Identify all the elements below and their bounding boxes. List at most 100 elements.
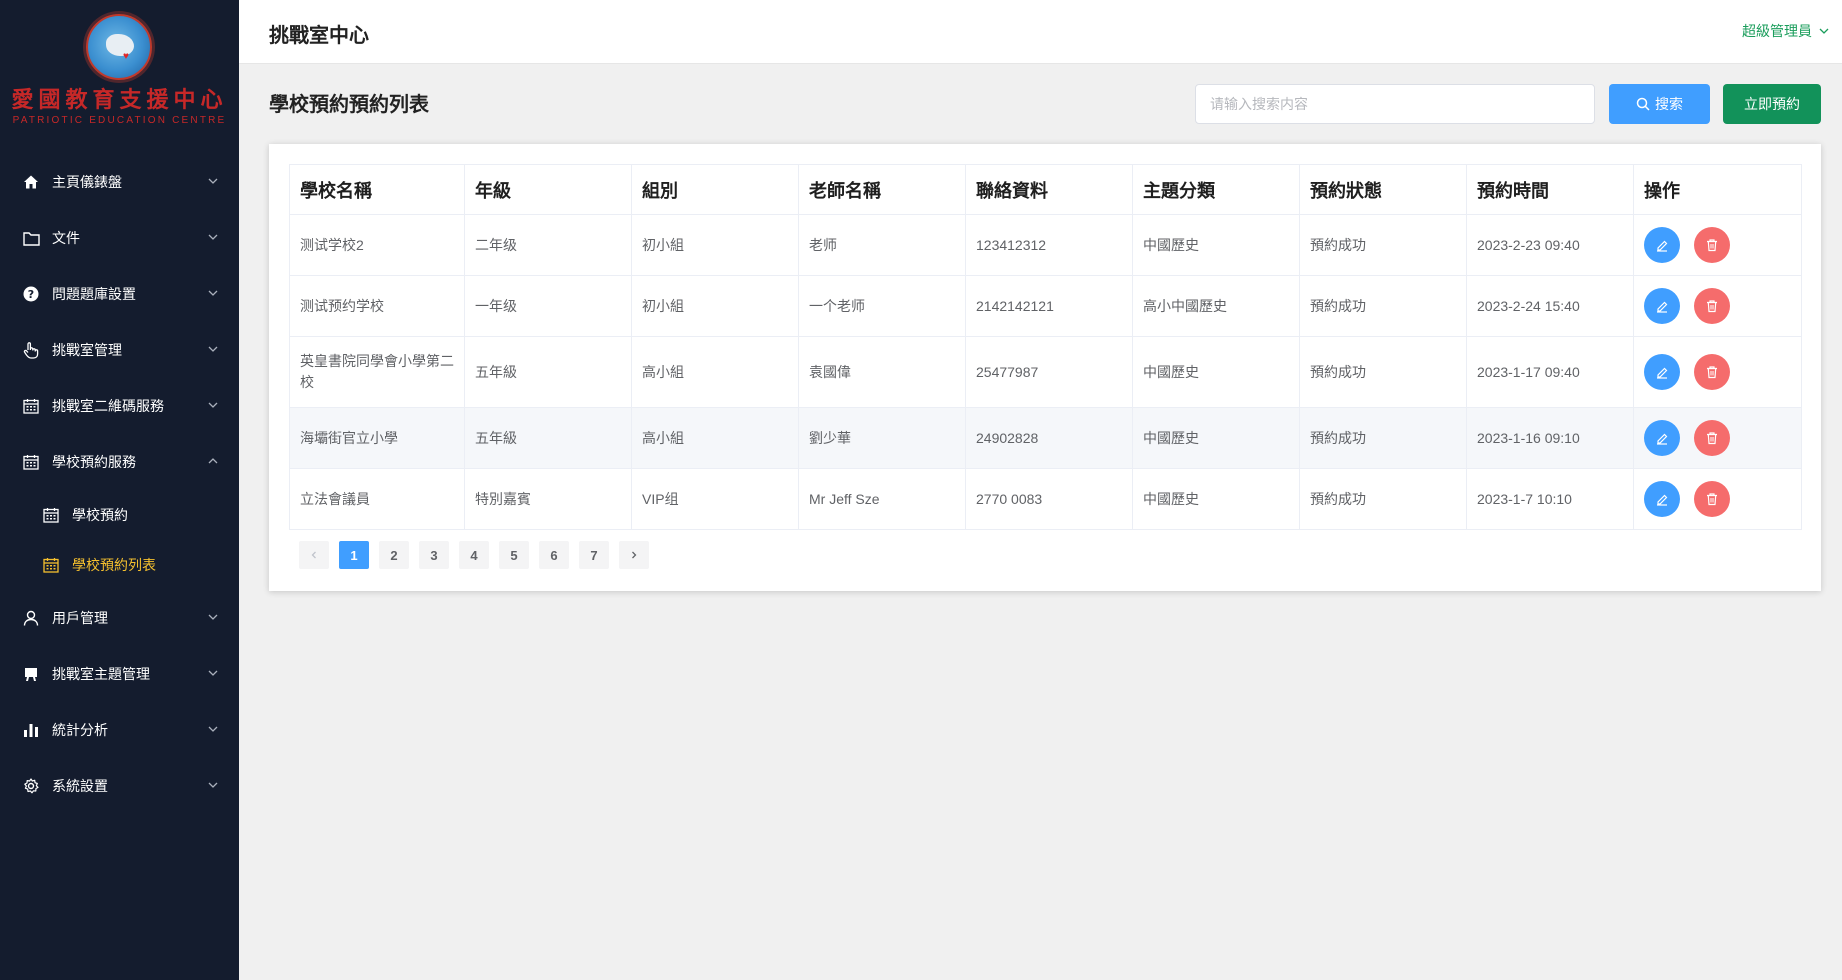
cell-theme: 中國歷史 (1132, 336, 1300, 408)
header-title: 挑戰室中心 (269, 25, 369, 47)
sidebar-item-challenge-room[interactable]: 挑戰室管理 (0, 328, 239, 372)
cell-actions (1633, 407, 1802, 469)
cell-time: 2023-1-17 09:40 (1466, 336, 1634, 408)
page-button[interactable]: 7 (579, 541, 609, 569)
user-icon (22, 609, 40, 627)
heart-icon: ♥ (123, 51, 129, 62)
top-header: 挑戰室中心 超級管理員 (239, 0, 1842, 64)
sidebar-item-system-settings[interactable]: 系統設置 (0, 764, 239, 808)
table-row: 测试预约学校 一年级 初小組 一个老师 2142142121 高小中國歷史 預約… (289, 275, 1802, 337)
edit-button[interactable] (1644, 227, 1680, 263)
cell-actions (1633, 275, 1802, 337)
cell-theme: 中國歷史 (1132, 407, 1300, 469)
sidebar-item-label: 挑戰室主題管理 (52, 666, 150, 682)
column-header: 預約時間 (1466, 164, 1634, 215)
sidebar: ♥ 愛國教育支援中心 PATRIOTIC EDUCATION CENTRE 主頁… (0, 0, 239, 980)
cell-contact: 2142142121 (965, 275, 1133, 337)
user-name: 超級管理員 (1742, 23, 1812, 39)
cell-theme: 中國歷史 (1132, 214, 1300, 276)
delete-button[interactable] (1694, 354, 1730, 390)
home-icon (22, 173, 40, 191)
chevron-down-icon (208, 726, 218, 732)
sidebar-item-label: 問題題庫設置 (52, 286, 136, 302)
cell-time: 2023-1-16 09:10 (1466, 407, 1634, 469)
chevron-down-icon (208, 346, 218, 352)
chevron-down-icon (208, 614, 218, 620)
delete-button[interactable] (1694, 481, 1730, 517)
search-input[interactable] (1195, 84, 1595, 124)
edit-button[interactable] (1644, 354, 1680, 390)
edit-icon (1657, 433, 1668, 445)
table-header-row: 學校名稱 年級 組別 老師名稱 聯絡資料 主題分類 預約狀態 預約時間 操作 (289, 164, 1802, 215)
sidebar-item-users[interactable]: 用戶管理 (0, 596, 239, 640)
sidebar-item-documents[interactable]: 文件 (0, 216, 239, 260)
cell-teacher: Mr Jeff Sze (798, 468, 966, 530)
sidebar-item-themes[interactable]: 挑戰室主題管理 (0, 652, 239, 696)
cell-actions (1633, 214, 1802, 276)
cell-school: 立法會議員 (289, 468, 465, 530)
question-icon: ? (22, 285, 40, 303)
search-icon (1636, 97, 1650, 111)
edit-button[interactable] (1644, 420, 1680, 456)
page-button[interactable]: 3 (419, 541, 449, 569)
cell-theme: 高小中國歷史 (1132, 275, 1300, 337)
cell-group: 高小組 (631, 336, 799, 408)
chevron-left-icon (311, 551, 316, 559)
folder-icon (22, 229, 40, 247)
page-button[interactable]: 4 (459, 541, 489, 569)
sidebar-item-school-booking[interactable]: 學校預約服務 (0, 440, 239, 484)
page-button[interactable]: 1 (339, 541, 369, 569)
cell-school: 海壩街官立小學 (289, 407, 465, 469)
cell-contact: 25477987 (965, 336, 1133, 408)
table-row: 英皇書院同學會小學第二校 五年級 高小組 袁國偉 25477987 中國歷史 預… (289, 336, 1802, 408)
sidebar-item-question-bank[interactable]: ? 問題題庫設置 (0, 272, 239, 316)
sidebar-item-statistics[interactable]: 統計分析 (0, 708, 239, 752)
chevron-down-icon (208, 402, 218, 408)
edit-button[interactable] (1644, 481, 1680, 517)
column-header: 學校名稱 (289, 164, 465, 215)
delete-button[interactable] (1694, 227, 1730, 263)
edit-button[interactable] (1644, 288, 1680, 324)
calendar-icon (42, 556, 60, 574)
sidebar-item-dashboard[interactable]: 主頁儀錶盤 (0, 160, 239, 204)
cell-teacher: 老师 (798, 214, 966, 276)
page-button[interactable]: 2 (379, 541, 409, 569)
delete-button[interactable] (1694, 288, 1730, 324)
cell-group: 初小組 (631, 214, 799, 276)
calendar-icon (22, 453, 40, 471)
cell-contact: 2770 0083 (965, 468, 1133, 530)
cell-contact: 24902828 (965, 407, 1133, 469)
cell-school: 英皇書院同學會小學第二校 (289, 336, 465, 408)
svg-text:?: ? (28, 288, 34, 301)
page-title: 學校預約預約列表 (269, 94, 429, 116)
column-header: 年級 (464, 164, 632, 215)
chevron-up-icon (208, 458, 218, 464)
calendar-icon (22, 397, 40, 415)
sidebar-item-qr-service[interactable]: 挑戰室二維碼服務 (0, 384, 239, 428)
cell-status: 預約成功 (1299, 468, 1467, 530)
page-button[interactable]: 6 (539, 541, 569, 569)
sidebar-item-label: 系統設置 (52, 778, 108, 794)
delete-button[interactable] (1694, 420, 1730, 456)
pagination: 1 2 3 4 5 6 7 (299, 541, 659, 569)
search-button[interactable]: 搜索 (1609, 84, 1710, 124)
sidebar-subitem-school-booking[interactable]: 學校預約 (0, 493, 239, 537)
trash-icon (1707, 432, 1717, 445)
book-now-button[interactable]: 立即預約 (1723, 84, 1821, 124)
page-button[interactable]: 5 (499, 541, 529, 569)
sidebar-subitem-label: 學校預約列表 (72, 557, 156, 573)
user-menu[interactable]: 超級管理員 (1742, 21, 1830, 41)
column-header: 主題分類 (1132, 164, 1300, 215)
cell-grade: 特別嘉賓 (464, 468, 632, 530)
theme-icon (22, 665, 40, 683)
sidebar-subitem-school-booking-list[interactable]: 學校預約列表 (0, 543, 239, 587)
trash-icon (1707, 300, 1717, 313)
cell-group: 初小組 (631, 275, 799, 337)
sidebar-item-label: 挑戰室管理 (52, 342, 122, 358)
chevron-down-icon (208, 234, 218, 240)
column-header: 操作 (1633, 164, 1802, 215)
next-page-button[interactable] (619, 541, 649, 569)
prev-page-button[interactable] (299, 541, 329, 569)
map-shape (106, 34, 134, 56)
edit-icon (1657, 367, 1668, 379)
